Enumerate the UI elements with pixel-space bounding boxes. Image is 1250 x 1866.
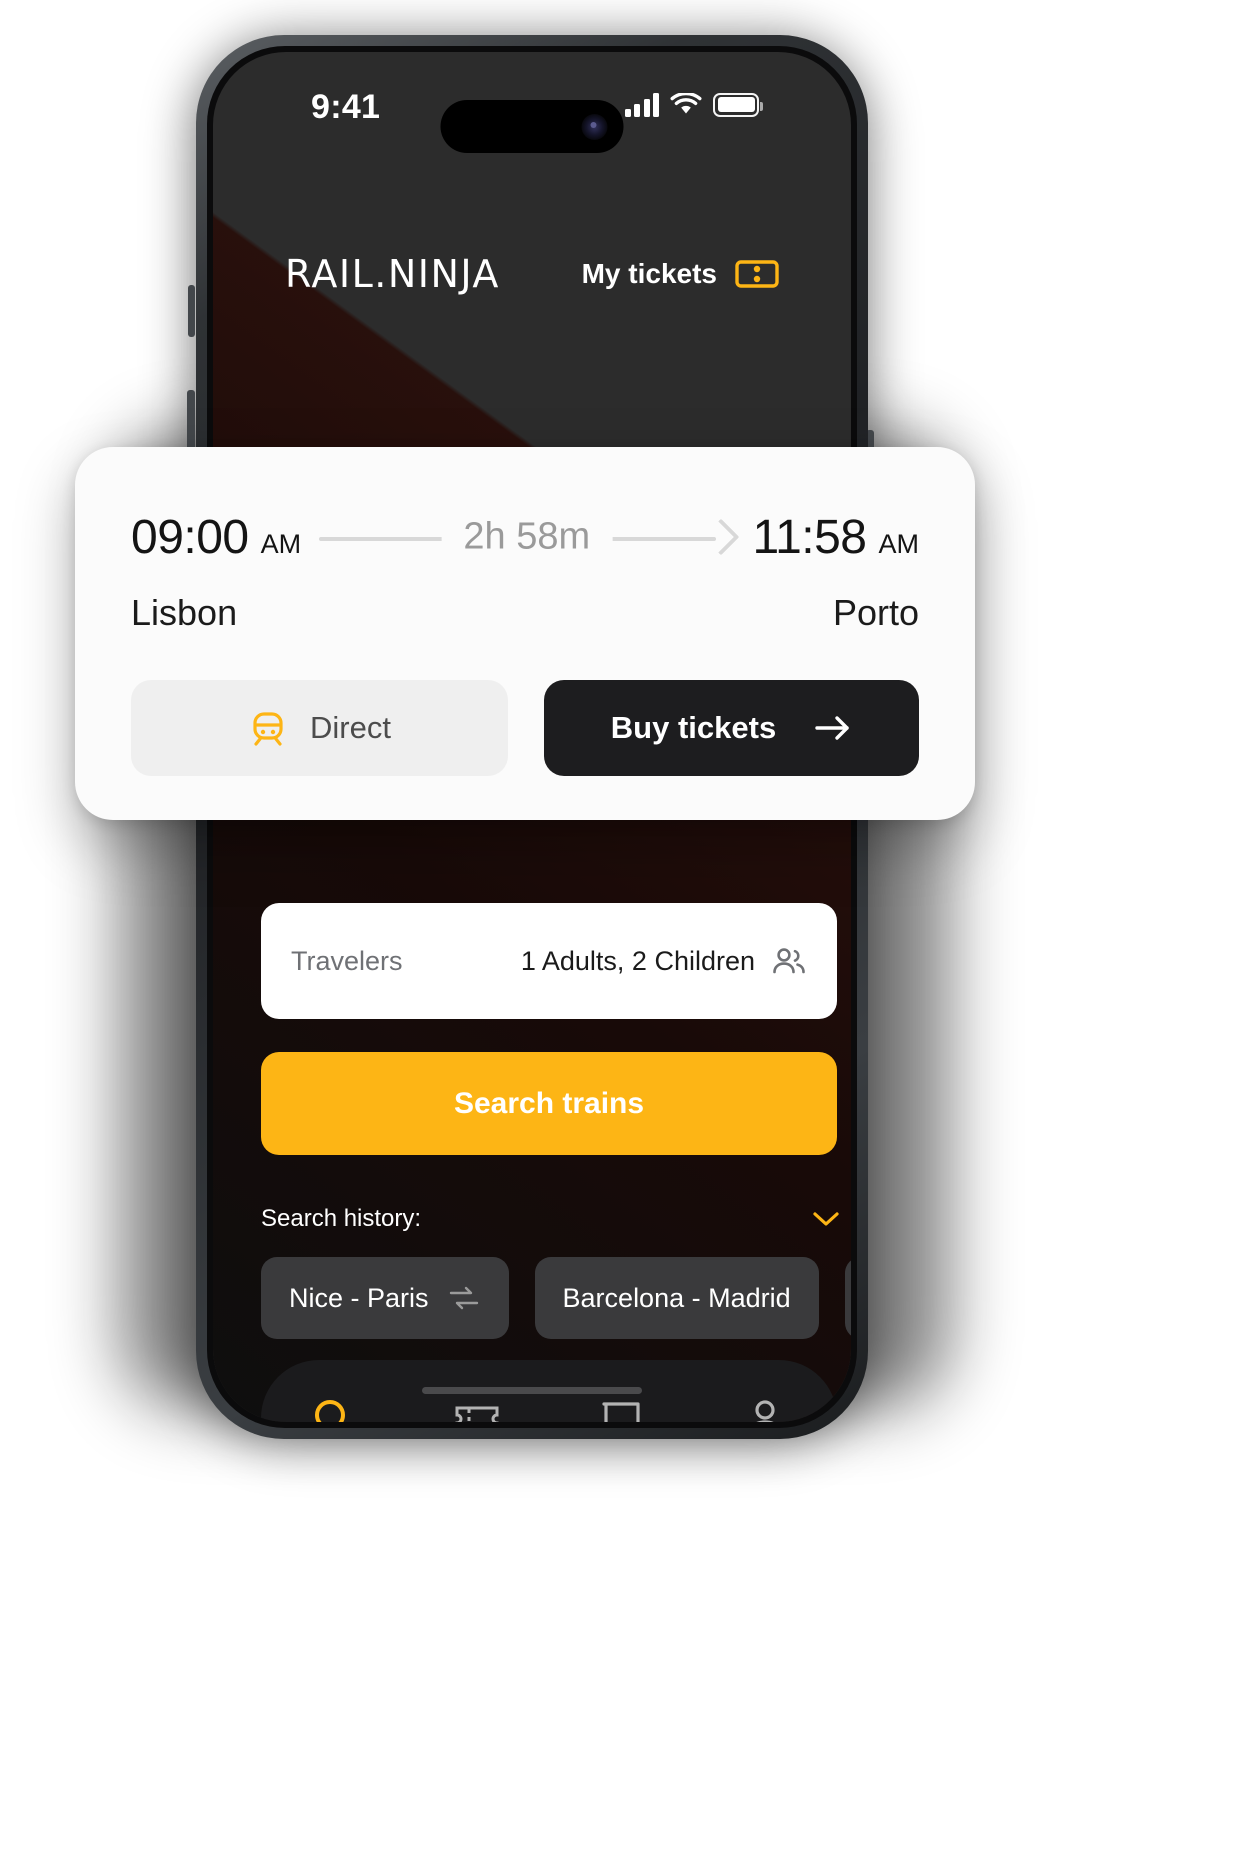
- ticket-icon: [735, 260, 779, 288]
- status-time: 9:41: [311, 88, 381, 126]
- chat-icon: [602, 1402, 640, 1422]
- depart-ampm: AM: [260, 528, 302, 559]
- depart-time: 09:00: [131, 510, 249, 564]
- direct-badge-button[interactable]: Direct: [131, 680, 508, 776]
- history-chip-label: Barcelona - Madrid: [562, 1282, 791, 1313]
- my-tickets-button[interactable]: My tickets: [582, 258, 779, 290]
- direct-label: Direct: [310, 710, 391, 745]
- travelers-label: Travelers: [291, 945, 403, 976]
- journey-cities-row: Lisbon Porto: [131, 589, 919, 637]
- journey-actions: Direct Buy tickets: [131, 680, 919, 776]
- status-icons: [624, 92, 763, 117]
- arrive-ampm: AM: [878, 528, 920, 559]
- search-icon: [315, 1400, 345, 1422]
- swap-icon: [449, 1286, 478, 1310]
- cellular-signal-icon: [624, 92, 659, 117]
- travelers-field[interactable]: Travelers 1 Adults, 2 Children: [261, 903, 837, 1019]
- journey-duration: 2h 58m: [441, 507, 613, 567]
- app-logo: RAIL.NINJA: [285, 252, 500, 296]
- chevron-down-icon[interactable]: [813, 1211, 839, 1227]
- origin-city: Lisbon: [131, 592, 238, 633]
- destination-city: Porto: [832, 592, 919, 633]
- arrive-time-block: 11:58 AM: [752, 510, 919, 565]
- depart-time-block: 09:00 AM: [131, 510, 301, 565]
- dynamic-island: [440, 100, 624, 153]
- battery-icon: [713, 92, 763, 117]
- search-history-chips[interactable]: Nice - Paris Barcelona - Madrid: [261, 1257, 851, 1339]
- arrow-right-icon: [703, 518, 740, 556]
- status-bar: 9:41: [213, 52, 851, 162]
- tab-search[interactable]: [298, 1383, 368, 1422]
- ticket-icon: [455, 1406, 499, 1422]
- people-icon: [773, 948, 805, 974]
- front-camera-icon: [581, 113, 608, 140]
- history-chip[interactable]: Nice - Paris: [261, 1257, 509, 1339]
- buy-tickets-label: Buy tickets: [610, 710, 777, 745]
- wifi-icon: [670, 92, 702, 113]
- my-tickets-label: My tickets: [581, 258, 717, 289]
- buy-tickets-button[interactable]: Buy tickets: [544, 680, 919, 776]
- arrow-right-icon: [815, 716, 849, 740]
- tab-profile[interactable]: [730, 1383, 800, 1422]
- train-icon: [253, 712, 283, 746]
- search-trains-button[interactable]: Search trains: [261, 1052, 837, 1155]
- phone-mute-switch: [188, 285, 195, 337]
- journey-card: 09:00 AM 2h 58m 11:58 AM Lisbon Porto Di…: [75, 447, 975, 820]
- history-chip-label: Nice - Paris: [289, 1282, 429, 1313]
- home-indicator: [422, 1387, 642, 1394]
- history-chip[interactable]: [844, 1257, 851, 1339]
- journey-duration-line: 2h 58m: [319, 507, 740, 567]
- travelers-value: 1 Adults, 2 Children: [520, 945, 755, 976]
- journey-times-row: 09:00 AM 2h 58m 11:58 AM: [131, 507, 919, 567]
- person-icon: [755, 1400, 775, 1422]
- search-history-header[interactable]: Search history:: [261, 1197, 839, 1241]
- screenshot-root: 9:41 RAIL.NINJA My tickets Travelers 1 A…: [0, 0, 1250, 1866]
- history-chip[interactable]: Barcelona - Madrid: [534, 1257, 819, 1339]
- travelers-value-wrap: 1 Adults, 2 Children: [521, 946, 807, 977]
- search-history-label: Search history:: [261, 1205, 422, 1232]
- arrive-time: 11:58: [752, 510, 867, 564]
- app-header: RAIL.NINJA My tickets: [213, 238, 851, 310]
